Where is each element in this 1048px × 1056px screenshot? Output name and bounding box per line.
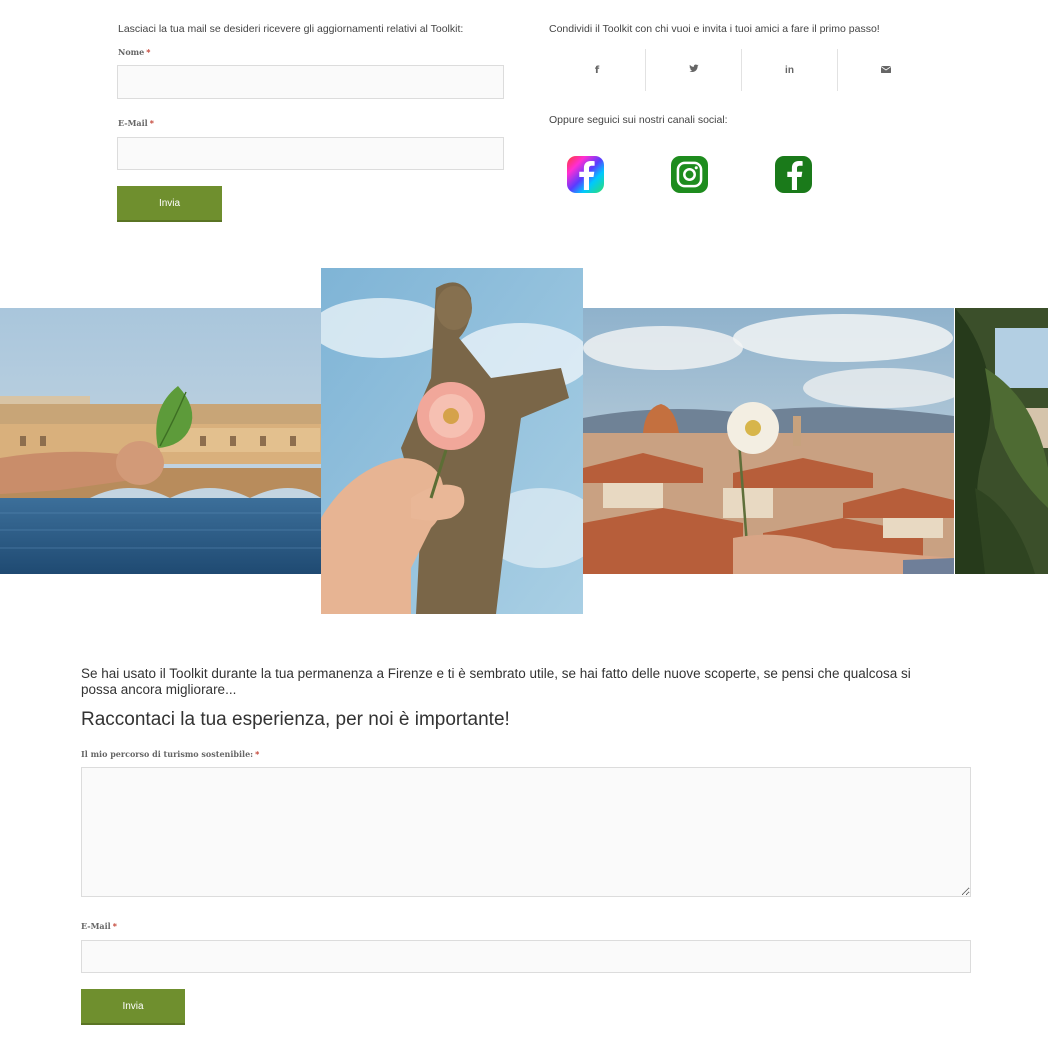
email-label: E-Mail * (118, 118, 154, 128)
facebook-link[interactable] (775, 156, 812, 193)
twitter-icon (688, 64, 699, 76)
follow-intro: Oppure seguici sui nostri canali social: (549, 114, 728, 126)
feedback-submit-button[interactable]: Invia (81, 989, 185, 1025)
feedback-email-label-text: E-Mail (81, 921, 111, 931)
name-label-text: Nome (118, 47, 145, 57)
instagram-icon (676, 161, 703, 188)
feedback-email-input[interactable] (81, 940, 971, 973)
photo-statue-rose (321, 268, 583, 614)
mail-icon (880, 65, 891, 76)
photo-florence-rooftops (583, 308, 954, 574)
share-twitter-button[interactable] (645, 49, 741, 91)
share-linkedin-button[interactable]: in (741, 49, 837, 91)
photo-ponte-vecchio (0, 308, 321, 574)
name-input[interactable] (117, 65, 504, 99)
feedback-intro: Se hai usato il Toolkit durante la tua p… (81, 666, 911, 697)
newsletter-intro: Lasciaci la tua mail se desideri ricever… (118, 23, 464, 35)
textarea-label-text: Il mio percorso di turismo sostenibile: (81, 749, 254, 759)
experience-textarea[interactable] (81, 767, 971, 897)
facebook-icon (786, 160, 803, 190)
required-mark: * (149, 118, 154, 128)
textarea-label: Il mio percorso di turismo sostenibile: * (81, 749, 259, 759)
email-label-text: E-Mail (118, 118, 148, 128)
linkedin-icon: in (785, 64, 794, 76)
email-input[interactable] (117, 137, 504, 170)
feedback-email-label: E-Mail * (81, 921, 117, 931)
required-mark: * (255, 749, 260, 759)
share-buttons: f in (549, 49, 933, 91)
share-mail-button[interactable] (837, 49, 933, 91)
newsletter-submit-button[interactable]: Invia (117, 186, 222, 222)
name-label: Nome * (118, 47, 150, 57)
facebook-gradient-icon (578, 160, 595, 190)
required-mark: * (146, 47, 151, 57)
facebook-icon: f (594, 64, 600, 76)
feedback-heading: Raccontaci la tua esperienza, per noi è … (81, 709, 510, 730)
required-mark: * (112, 921, 117, 931)
instagram-link[interactable] (671, 156, 708, 193)
facebook-gradient-link[interactable] (567, 156, 604, 193)
share-facebook-button[interactable]: f (549, 49, 645, 91)
share-intro: Condividi il Toolkit con chi vuoi e invi… (549, 23, 880, 35)
photo-leaves (955, 308, 1048, 574)
